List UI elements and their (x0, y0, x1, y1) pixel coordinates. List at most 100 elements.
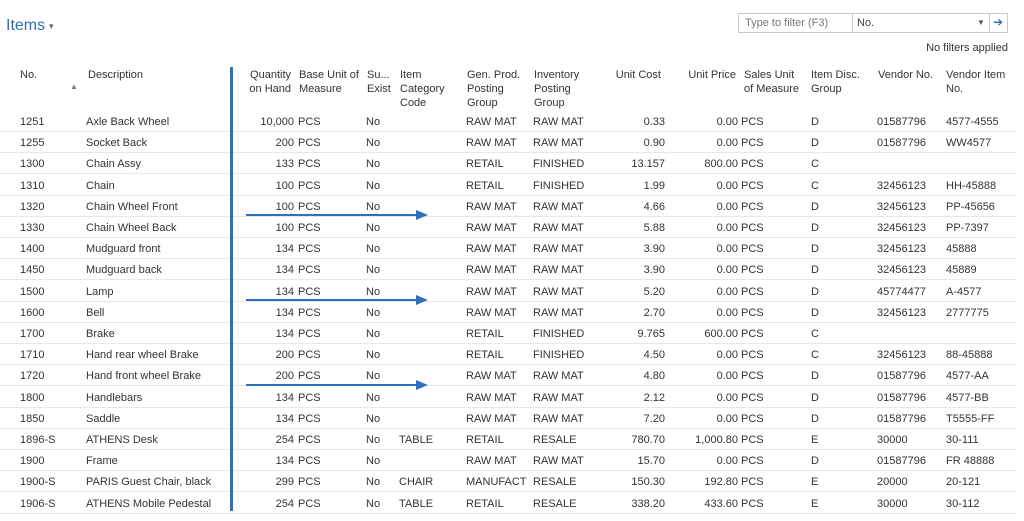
col-header-inventory-posting[interactable]: Inventory Posting Group (534, 68, 592, 110)
filter-field-select[interactable]: No. (857, 17, 874, 29)
cell-no[interactable]: 1450 (20, 264, 70, 276)
cell-vendor-item-no: 45889 (946, 264, 977, 277)
cell-no[interactable]: 1310 (20, 180, 70, 192)
cell-vendor-item-no: PP-45656 (946, 200, 995, 213)
cell-no[interactable]: 1906-S (20, 498, 70, 510)
table-row[interactable]: 1600 Bell 134 PCS No RAW MAT RAW MAT 2.70 0.00 PC… (0, 302, 1016, 323)
table-row[interactable]: 1720 Hand front wheel Brake 200 PCS No RAW MA… (0, 365, 1016, 387)
cell-sales-unit: PCS (741, 158, 764, 171)
cell-vendor-item-no: T5555-FF (946, 412, 995, 425)
cell-no[interactable]: 1700 (20, 328, 70, 340)
cell-no[interactable]: 1320 (20, 201, 70, 213)
cell-gen-prod-posting: RETAIL (466, 349, 504, 362)
cell-sales-unit: PCS (741, 349, 764, 362)
table-row[interactable]: 1255 Socket Back 200 PCS No RAW MAT RAW MAT 0.9… (0, 132, 1016, 154)
cell-substitutes: No (366, 412, 381, 425)
cell-item-disc-group: C (811, 349, 819, 362)
cell-description: ATHENS Desk (86, 434, 158, 446)
cell-inventory-posting: RAW MAT (533, 137, 584, 150)
chevron-down-icon[interactable]: ▾ (49, 21, 54, 32)
cell-description: Chain Assy (86, 158, 142, 171)
col-header-unit-cost[interactable]: Unit Cost (605, 68, 661, 82)
cell-vendor-item-no: 4577-AA (946, 370, 989, 383)
cell-description: Frame (86, 455, 118, 468)
cell-inventory-posting: RESALE (533, 476, 577, 489)
page-title[interactable]: Items (6, 17, 45, 35)
col-header-gen-prod-posting[interactable]: Gen. Prod. Posting Group (467, 68, 525, 110)
cell-description: ATHENS Mobile Pedestal (86, 497, 212, 510)
cell-no[interactable]: 1800 (20, 392, 70, 404)
cell-item-disc-group: D (811, 137, 819, 150)
table-row[interactable]: 1300 Chain Assy 133 PCS No RETAIL FINISHED 13.1… (0, 153, 1016, 175)
cell-substitutes: No (366, 455, 381, 468)
cell-description: Socket Back (86, 137, 148, 150)
col-header-vendor-item-no[interactable]: Vendor Item No. (946, 68, 1010, 96)
cell-vendor-item-no: A-4577 (946, 285, 982, 298)
arrow-right-icon[interactable]: ➔ (993, 15, 1003, 29)
col-header-substitutes[interactable]: Su... Exist (367, 68, 393, 96)
cell-quantity: 134 (275, 328, 294, 340)
cell-no[interactable]: 1600 (20, 307, 70, 319)
table-row[interactable]: 1330 Chain Wheel Back 100 PCS No RAW MAT RAW M… (0, 217, 1016, 238)
col-header-description[interactable]: Description (88, 68, 178, 82)
table-row[interactable]: 1906-S ATHENS Mobile Pedestal 254 PCS No TABL… (0, 493, 1016, 514)
table-row[interactable]: 1450 Mudguard back 134 PCS No RAW MAT RAW MAT 3… (0, 259, 1016, 281)
cell-no[interactable]: 1251 (20, 116, 70, 128)
cell-inventory-posting: RAW MAT (533, 306, 584, 319)
table-row[interactable]: 1800 Handlebars 134 PCS No RAW MAT RAW MAT 2.12… (0, 387, 1016, 408)
cell-gen-prod-posting: RETAIL (466, 158, 504, 171)
cell-quantity: 134 (275, 391, 294, 404)
cell-no[interactable]: 1400 (20, 243, 70, 255)
col-header-quantity[interactable]: Quantity on Hand (246, 68, 291, 96)
cell-unit-price: 0.00 (716, 264, 738, 277)
chevron-down-icon[interactable]: ▼ (977, 18, 985, 27)
cell-vendor-no: 45774477 (877, 285, 926, 298)
col-header-item-category[interactable]: Item Category Code (400, 68, 452, 110)
table-row[interactable]: 1500 Lamp 134 PCS No RAW MAT RAW MAT 5.20 0.00 PC… (0, 281, 1016, 302)
table-row[interactable]: 1251 Axle Back Wheel 10,000 PCS No RAW MAT RAW… (0, 111, 1016, 132)
col-header-item-disc-group[interactable]: Item Disc. Group (811, 68, 867, 96)
cell-unit-cost: 0.33 (643, 116, 665, 128)
table-row[interactable]: 1900 Frame 134 PCS No RAW MAT RAW MAT 15.70 0.00… (0, 450, 1016, 472)
cell-no[interactable]: 1500 (20, 286, 70, 298)
annotation-arrow-icon (246, 380, 428, 390)
table-row[interactable]: 1400 Mudguard front 134 PCS No RAW MAT RAW MAT… (0, 238, 1016, 260)
cell-quantity: 200 (275, 137, 294, 150)
table-row[interactable]: 1900-S PARIS Guest Chair, black 299 PCS No CH… (0, 471, 1016, 493)
filter-input[interactable]: Type to filter (F3) (745, 17, 828, 29)
cell-unit-price: 0.00 (716, 370, 738, 383)
cell-unit-price: 800.00 (704, 158, 738, 171)
table-row[interactable]: 1710 Hand rear wheel Brake 200 PCS No RETAIL F… (0, 344, 1016, 366)
table-row[interactable]: 1700 Brake 134 PCS No RETAIL FINISHED 9.765 600.… (0, 323, 1016, 344)
cell-vendor-no: 32456123 (877, 349, 926, 362)
cell-no[interactable]: 1330 (20, 222, 70, 234)
col-header-base-unit[interactable]: Base Unit of Measure (299, 68, 361, 96)
col-header-unit-price[interactable]: Unit Price (680, 68, 736, 82)
cell-item-disc-group: E (811, 476, 819, 489)
table-row[interactable]: 1896-S ATHENS Desk 254 PCS No TABLE RETAIL RESA… (0, 429, 1016, 450)
cell-no[interactable]: 1900 (20, 455, 70, 467)
cell-sales-unit: PCS (741, 179, 764, 192)
cell-no[interactable]: 1720 (20, 370, 70, 382)
cell-base-unit: PCS (298, 455, 321, 468)
cell-no[interactable]: 1896-S (20, 434, 70, 446)
col-header-no[interactable]: No. (20, 68, 60, 82)
table-row[interactable]: 1310 Chain 100 PCS No RETAIL FINISHED 1.99 0.00 P… (0, 175, 1016, 196)
col-header-sales-unit[interactable]: Sales Unit of Measure (744, 68, 802, 96)
cell-no[interactable]: 1850 (20, 413, 70, 425)
cell-description: Axle Back Wheel (86, 116, 170, 128)
cell-no[interactable]: 1300 (20, 158, 70, 170)
cell-vendor-no: 01587796 (877, 455, 926, 468)
cell-no[interactable]: 1710 (20, 349, 70, 361)
cell-quantity: 299 (275, 476, 294, 489)
cell-inventory-posting: FINISHED (533, 349, 585, 362)
cell-description: Hand front wheel Brake (86, 370, 201, 383)
col-header-vendor-no[interactable]: Vendor No. (878, 68, 938, 82)
cell-no[interactable]: 1255 (20, 137, 70, 149)
sort-ascending-icon: ▲ (70, 82, 78, 91)
cell-gen-prod-posting: RAW MAT (466, 137, 517, 150)
table-row[interactable]: 1850 Saddle 134 PCS No RAW MAT RAW MAT 7.20 0.00… (0, 408, 1016, 429)
cell-no[interactable]: 1900-S (20, 476, 70, 488)
table-row[interactable]: 1320 Chain Wheel Front 100 PCS No RAW MAT RAW … (0, 196, 1016, 217)
cell-substitutes: No (366, 349, 381, 362)
